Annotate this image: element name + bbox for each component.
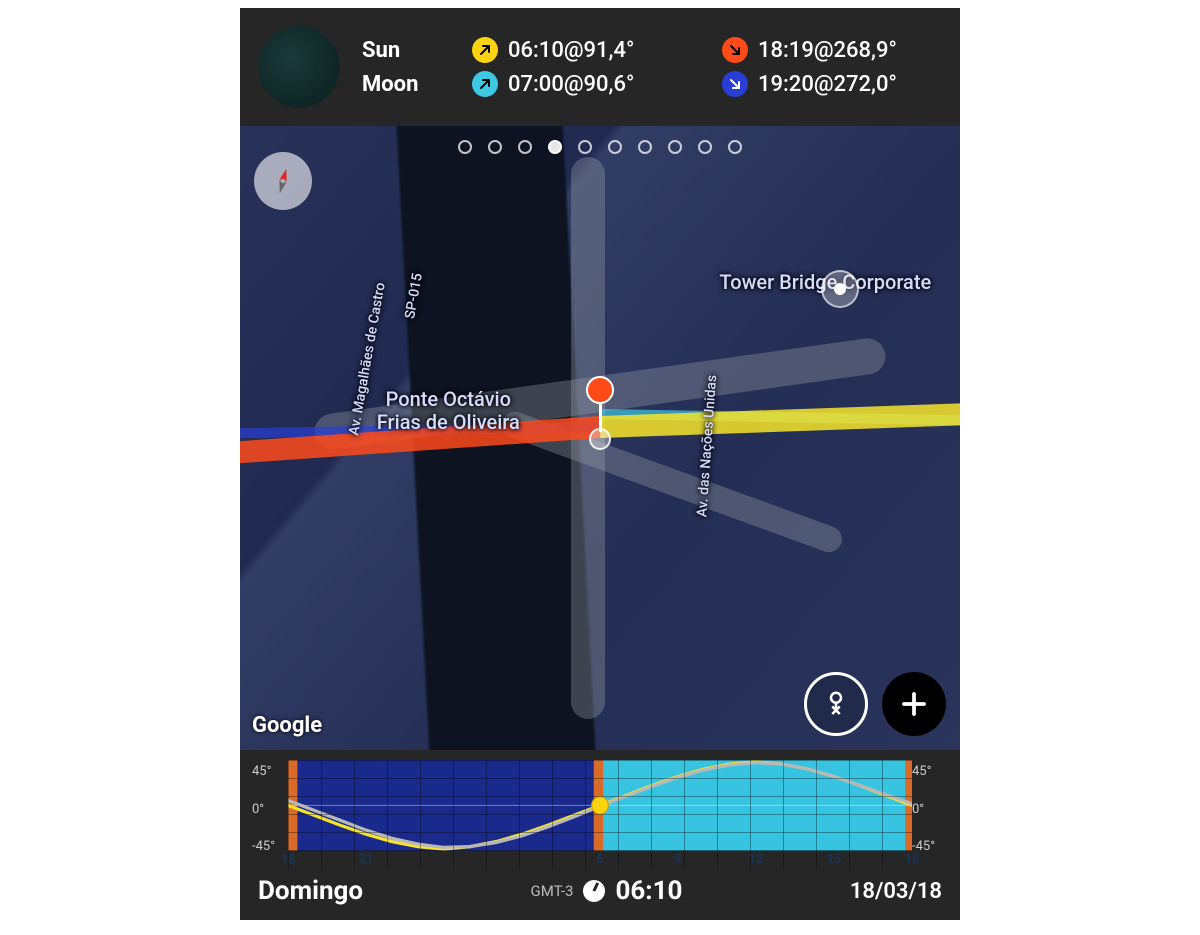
page-dot[interactable]: [668, 140, 682, 154]
pin-base-icon: [589, 428, 611, 450]
page-dot[interactable]: [728, 140, 742, 154]
y-tick: 0°: [912, 802, 948, 817]
map-poi-label-line: Frias de Oliveira: [377, 410, 520, 434]
x-tick: 6: [596, 852, 603, 867]
page-dot[interactable]: [548, 140, 562, 154]
day-of-week[interactable]: Domingo: [258, 876, 363, 906]
elevation-chart[interactable]: 45° 0° -45° 182169121518 45° 0° -45°: [252, 760, 948, 868]
map-controls: [804, 672, 946, 736]
chart-canvas[interactable]: 182169121518: [288, 760, 912, 868]
page-dot[interactable]: [518, 140, 532, 154]
page-dot[interactable]: [638, 140, 652, 154]
time-display[interactable]: GMT-3 06:10: [531, 876, 683, 906]
moon-set-cell: 19:20@272,0°: [722, 71, 942, 97]
current-date[interactable]: 18/03/18: [850, 879, 942, 904]
compass-button[interactable]: [254, 152, 312, 210]
ephemeris-header: Sun 06:10@91,4° 18:19@268,9° Moon 07:00@…: [240, 8, 960, 126]
ephemeris-table: Sun 06:10@91,4° 18:19@268,9° Moon 07:00@…: [362, 37, 942, 97]
page-dot[interactable]: [488, 140, 502, 154]
pin-head-icon: [586, 376, 614, 404]
y-tick: 0°: [252, 802, 288, 817]
timezone-label: GMT-3: [531, 882, 574, 900]
timeline-panel: 45° 0° -45° 182169121518 45° 0° -45° Dom…: [240, 750, 960, 920]
moon-set-value: 19:20@272,0°: [758, 72, 897, 97]
x-tick: 18: [281, 852, 296, 867]
moon-phase-icon: [258, 26, 340, 108]
current-time: 06:10: [615, 876, 682, 906]
x-tick: 9: [674, 852, 681, 867]
page-dot[interactable]: [578, 140, 592, 154]
location-pin[interactable]: [586, 376, 614, 450]
moon-row-label: Moon: [362, 72, 442, 97]
map-view[interactable]: Tower Bridge Corporate Ponte Octávio Fri…: [240, 126, 960, 750]
arrow-up-right-icon: [472, 71, 498, 97]
moon-rise-value: 07:00@90,6°: [508, 72, 634, 97]
x-tick: 21: [359, 852, 374, 867]
pin-delete-button[interactable]: [804, 672, 868, 736]
x-tick: 12: [749, 852, 764, 867]
x-axis: 182169121518: [288, 852, 912, 868]
page-dot[interactable]: [608, 140, 622, 154]
map-poi-label-line: Ponte Octávio: [386, 387, 511, 411]
x-tick: 15: [827, 852, 842, 867]
sun-rise-cell: 06:10@91,4°: [472, 37, 692, 63]
map-attribution: Google: [252, 713, 322, 738]
arrow-up-right-icon: [472, 37, 498, 63]
page-indicator[interactable]: [458, 140, 742, 154]
clock-icon: [583, 880, 605, 902]
timeline-footer: Domingo GMT-3 06:10 18/03/18: [252, 868, 948, 906]
sun-set-cell: 18:19@268,9°: [722, 37, 942, 63]
sun-rise-value: 06:10@91,4°: [508, 38, 634, 63]
x-tick: 18: [905, 852, 920, 867]
waypoint-marker[interactable]: [821, 270, 859, 308]
map-poi-label: Ponte Octávio Frias de Oliveira: [377, 388, 520, 434]
compass-needle-icon: [268, 166, 298, 196]
page-dot[interactable]: [698, 140, 712, 154]
plus-icon: [899, 689, 929, 719]
sun-set-value: 18:19@268,9°: [758, 38, 897, 63]
arrow-down-right-icon: [722, 37, 748, 63]
app-root: Sun 06:10@91,4° 18:19@268,9° Moon 07:00@…: [240, 8, 960, 920]
pin-x-icon: [821, 689, 851, 719]
y-tick: 45°: [912, 764, 948, 779]
y-tick: 45°: [252, 764, 288, 779]
add-button[interactable]: [882, 672, 946, 736]
page-dot[interactable]: [458, 140, 472, 154]
sun-row-label: Sun: [362, 38, 442, 63]
arrow-down-right-icon: [722, 71, 748, 97]
moon-rise-cell: 07:00@90,6°: [472, 71, 692, 97]
